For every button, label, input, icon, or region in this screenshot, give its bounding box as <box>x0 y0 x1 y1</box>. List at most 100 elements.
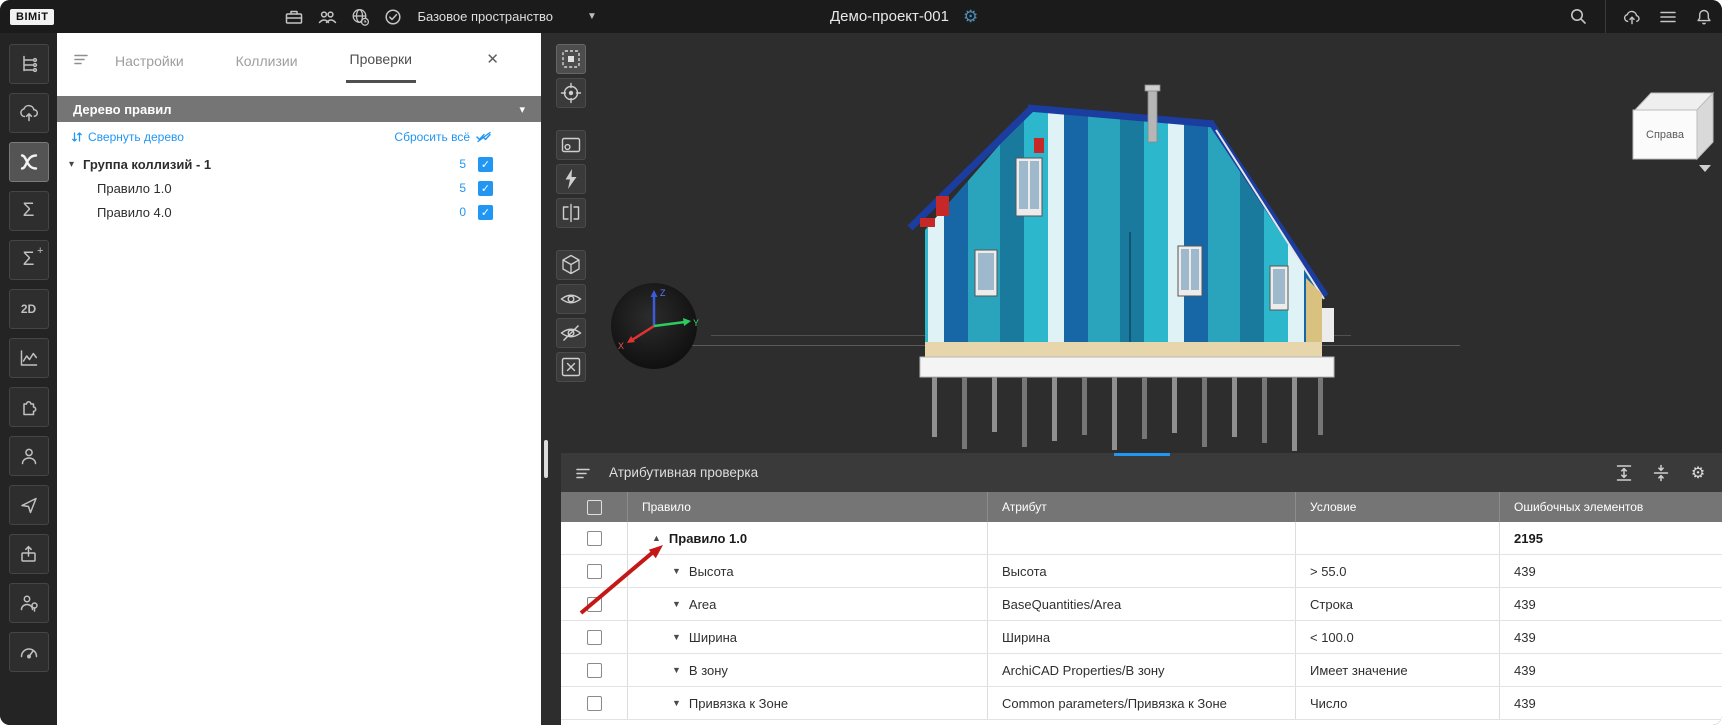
overlay-view-icon[interactable] <box>556 130 586 160</box>
topbar-left-tools <box>284 7 403 27</box>
tree-actions-row: Свернуть дерево Сбросить всё <box>57 122 541 152</box>
select-region-icon[interactable] <box>556 44 586 74</box>
project-settings-gear-icon[interactable]: ⚙ <box>963 8 978 25</box>
hide-elements-icon[interactable] <box>556 318 586 348</box>
export-icon[interactable] <box>9 534 49 574</box>
expand-caret-icon[interactable]: ▼ <box>672 599 681 609</box>
rule-checkbox[interactable]: ✓ <box>478 205 493 220</box>
cloud-sync-icon[interactable] <box>1622 7 1642 27</box>
panel-resize-handle[interactable] <box>1114 453 1170 456</box>
clash-marker <box>936 196 949 216</box>
view-cube-rotate-arrow[interactable] <box>1699 165 1711 172</box>
panel-menu-icon[interactable] <box>575 466 591 480</box>
2d-view-icon[interactable]: 2D <box>9 289 49 329</box>
bell-icon[interactable] <box>1694 7 1714 27</box>
select-all-checkbox[interactable] <box>587 500 602 515</box>
close-icon[interactable]: ✕ <box>486 50 499 68</box>
app-window: BIMiT Базовое пространство ▼ Демо-проект… <box>0 0 1722 725</box>
workspace-dropdown[interactable]: Базовое пространство ▼ <box>417 9 596 24</box>
panel-scrollbar[interactable] <box>544 440 548 478</box>
chevron-down-icon[interactable]: ▾ <box>69 159 83 170</box>
graphs-icon[interactable] <box>9 338 49 378</box>
remove-box-icon[interactable] <box>556 352 586 382</box>
table-row[interactable]: ▼Area BaseQuantities/Area Строка 439 <box>561 588 1722 621</box>
show-elements-icon[interactable] <box>556 284 586 314</box>
panel-menu-icon[interactable] <box>73 52 89 66</box>
errors-count: 2195 <box>1499 522 1722 554</box>
window <box>1178 246 1202 296</box>
row-checkbox[interactable] <box>587 564 602 579</box>
panel-tab-bar: Настройки Коллизии Проверки ✕ <box>57 33 541 85</box>
fit-rows-icon[interactable] <box>1614 463 1634 483</box>
chevron-down-icon: ▼ <box>587 11 597 22</box>
tab-collisions[interactable]: Коллизии <box>232 37 302 82</box>
errors-count: 439 <box>1499 687 1722 719</box>
collapse-rows-icon[interactable] <box>1651 463 1671 483</box>
sum-icon[interactable]: Σ <box>9 191 49 231</box>
group-checkbox[interactable]: ✓ <box>478 157 493 172</box>
toolbox-icon[interactable] <box>284 7 304 27</box>
plugins-icon[interactable] <box>9 387 49 427</box>
flash-icon[interactable] <box>556 164 586 194</box>
tab-checks[interactable]: Проверки <box>346 35 416 83</box>
col-header-condition[interactable]: Условие <box>1295 492 1499 522</box>
clash-marker <box>1034 138 1044 153</box>
table-row[interactable]: ▼Высота Высота > 55.0 439 <box>561 555 1722 588</box>
collapse-caret-icon[interactable]: ▲ <box>652 533 661 543</box>
cube-icon[interactable] <box>556 250 586 280</box>
tree-row-group[interactable]: ▾ Группа коллизий - 1 5 ✓ <box>57 152 541 176</box>
top-bar: BIMiT Базовое пространство ▼ Демо-проект… <box>0 0 1722 33</box>
list-icon[interactable] <box>1658 7 1678 27</box>
table-row[interactable]: ▼Привязка к Зоне Common parameters/Привя… <box>561 687 1722 720</box>
dashboard-icon[interactable] <box>9 632 49 672</box>
tab-settings[interactable]: Настройки <box>111 37 188 82</box>
tree-row-rule-1[interactable]: Правило 1.0 5 ✓ <box>57 176 541 200</box>
axis-x-label: X <box>618 341 624 351</box>
row-checkbox[interactable] <box>587 696 602 711</box>
model-tree-icon[interactable] <box>9 44 49 84</box>
row-checkbox[interactable] <box>587 630 602 645</box>
cloud-upload-icon[interactable] <box>9 93 49 133</box>
expand-caret-icon[interactable]: ▼ <box>672 566 681 576</box>
row-checkbox[interactable] <box>587 663 602 678</box>
expand-caret-icon[interactable]: ▼ <box>672 665 681 675</box>
collapse-tree-link[interactable]: Свернуть дерево <box>71 130 184 144</box>
user-icon[interactable] <box>9 436 49 476</box>
reset-all-link[interactable]: Сбросить всё <box>394 130 493 144</box>
table-row-group[interactable]: ▲Правило 1.0 2195 <box>561 522 1722 555</box>
tree-row-rule-4[interactable]: Правило 4.0 0 ✓ <box>57 200 541 224</box>
team-icon[interactable] <box>317 7 337 27</box>
settings-gear-icon[interactable]: ⚙ <box>1688 463 1708 483</box>
view-cube[interactable]: Справа <box>1619 80 1719 175</box>
rules-tree-section-header[interactable]: Дерево правил ▾ <box>57 96 541 122</box>
collapse-tree-label: Свернуть дерево <box>88 130 184 144</box>
expand-caret-icon[interactable]: ▼ <box>672 632 681 642</box>
rule-checkbox[interactable]: ✓ <box>478 181 493 196</box>
expand-caret-icon[interactable]: ▼ <box>672 698 681 708</box>
user-pin-icon[interactable] <box>9 583 49 623</box>
rules-tree: ▾ Группа коллизий - 1 5 ✓ Правило 1.0 5 … <box>57 152 541 224</box>
errors-count: 439 <box>1499 654 1722 686</box>
compare-views-icon[interactable] <box>556 198 586 228</box>
table-row[interactable]: ▼Ширина Ширина < 100.0 439 <box>561 621 1722 654</box>
checks-panel: Настройки Коллизии Проверки ✕ Дерево пра… <box>57 33 541 725</box>
errors-count: 439 <box>1499 621 1722 653</box>
row-checkbox[interactable] <box>587 531 602 546</box>
attribute-value: Ширина <box>987 621 1295 653</box>
row-checkbox[interactable] <box>587 597 602 612</box>
col-header-rule[interactable]: Правило <box>627 492 987 522</box>
sum-add-icon[interactable]: Σ+ <box>9 240 49 280</box>
attribute-check-title: Атрибутивная проверка <box>609 465 758 480</box>
check-circle-icon[interactable] <box>383 7 403 27</box>
navigate-icon[interactable] <box>9 485 49 525</box>
collisions-icon[interactable] <box>9 142 49 182</box>
search-icon[interactable] <box>1569 7 1589 27</box>
col-header-attribute[interactable]: Атрибут <box>987 492 1295 522</box>
orientation-gizmo[interactable]: Z X Y <box>608 280 700 372</box>
session-globe-icon[interactable] <box>350 7 370 27</box>
table-row[interactable]: ▼В зону ArchiCAD Properties/В зону Имеет… <box>561 654 1722 687</box>
table-header-row: Правило Атрибут Условие Ошибочных элемен… <box>561 492 1722 522</box>
col-header-errors[interactable]: Ошибочных элементов <box>1499 492 1722 522</box>
zoom-target-icon[interactable] <box>556 78 586 108</box>
viewport-3d[interactable]: Z X Y Справа Атрибутивная проверка <box>541 33 1722 725</box>
